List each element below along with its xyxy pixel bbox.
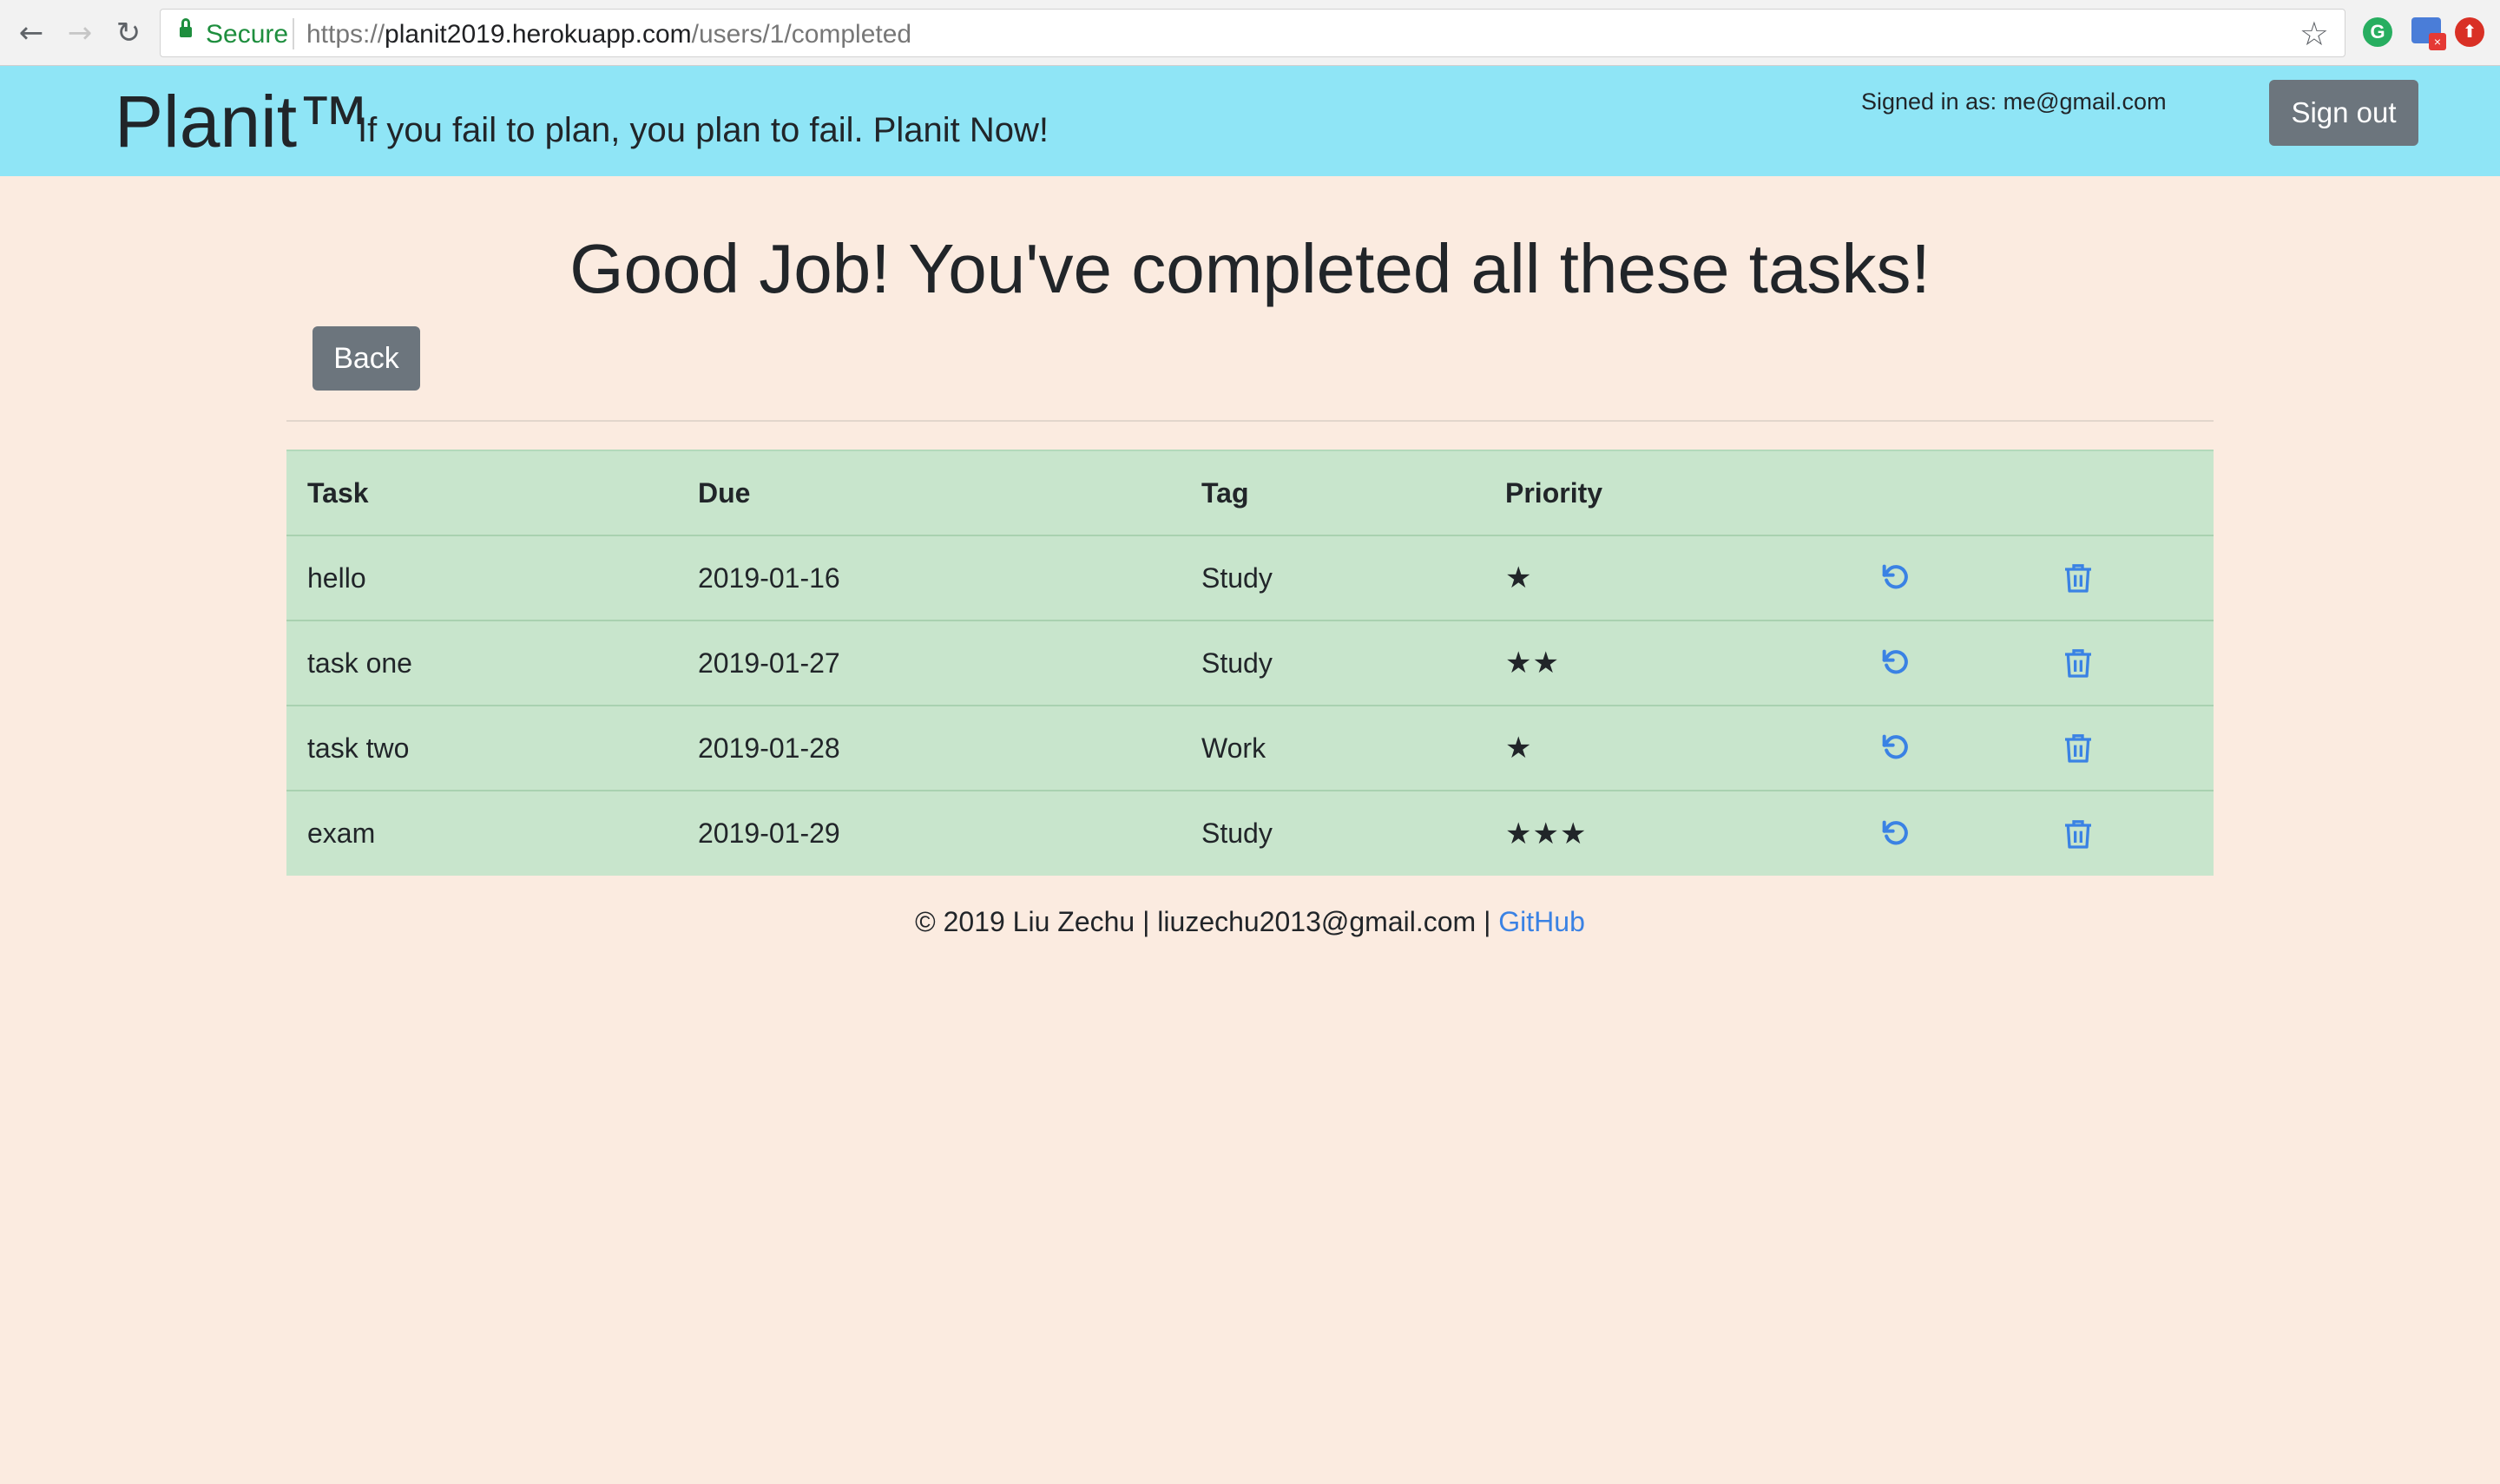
extension-window-icon[interactable]: × bbox=[2411, 17, 2446, 50]
trash-icon[interactable] bbox=[2061, 561, 2095, 595]
back-button[interactable]: Back bbox=[312, 326, 420, 391]
divider bbox=[286, 420, 2214, 422]
footer-text: © 2019 Liu Zechu | liuzechu2013@gmail.co… bbox=[915, 906, 1499, 937]
url-separator bbox=[293, 18, 294, 49]
tagline: If you fail to plan, you plan to fail. P… bbox=[358, 111, 1049, 149]
trash-icon[interactable] bbox=[2061, 646, 2095, 680]
task-priority-stars: ★ bbox=[1484, 535, 1858, 621]
task-due: 2019-01-27 bbox=[677, 620, 1181, 706]
secure-label: Secure bbox=[206, 20, 289, 49]
undo-icon[interactable] bbox=[1878, 817, 1913, 851]
task-priority-stars: ★★★ bbox=[1484, 790, 1858, 876]
task-tag: Work bbox=[1181, 705, 1484, 791]
table-header-row: Task Due Tag Priority bbox=[286, 450, 2214, 535]
url-text[interactable]: https://planit2019.herokuapp.com/users/1… bbox=[306, 20, 911, 49]
url-host: planit2019.herokuapp.com bbox=[385, 20, 692, 49]
undo-icon[interactable] bbox=[1878, 561, 1913, 595]
page-title: Good Job! You've completed all these tas… bbox=[569, 230, 1931, 307]
column-header-delete bbox=[2040, 450, 2214, 535]
extension-upload-icon[interactable]: ⬆ bbox=[2455, 17, 2484, 47]
task-name: exam bbox=[286, 790, 677, 876]
grammarly-extension-icon[interactable]: G bbox=[2363, 17, 2392, 47]
back-arrow-icon[interactable]: ← bbox=[12, 14, 50, 52]
task-tag: Study bbox=[1181, 790, 1484, 876]
trash-icon[interactable] bbox=[2061, 817, 2095, 851]
column-header-priority: Priority bbox=[1484, 450, 1858, 535]
bookmark-star-icon[interactable]: ☆ bbox=[2299, 15, 2329, 53]
table-row: task one 2019-01-27 Study ★★ bbox=[286, 620, 2214, 706]
url-scheme: https:// bbox=[306, 20, 385, 49]
signed-in-text: Signed in as: me@gmail.com bbox=[1861, 89, 2167, 115]
github-link[interactable]: GitHub bbox=[1498, 906, 1585, 937]
url-path: /users/1/completed bbox=[691, 20, 912, 49]
footer: © 2019 Liu Zechu | liuzechu2013@gmail.co… bbox=[0, 906, 2500, 938]
task-due: 2019-01-28 bbox=[677, 705, 1181, 791]
column-header-task: Task bbox=[286, 450, 677, 535]
forward-arrow-icon[interactable]: → bbox=[61, 14, 99, 52]
table-row: hello 2019-01-16 Study ★ bbox=[286, 535, 2214, 621]
column-header-undo bbox=[1858, 450, 2040, 535]
task-due: 2019-01-29 bbox=[677, 790, 1181, 876]
task-name: hello bbox=[286, 535, 677, 621]
undo-icon[interactable] bbox=[1878, 646, 1913, 680]
reload-icon[interactable]: ↻ bbox=[109, 14, 148, 52]
lock-icon bbox=[180, 18, 192, 41]
task-tag: Study bbox=[1181, 620, 1484, 706]
browser-toolbar: ← → ↻ Secure https://planit2019.herokuap… bbox=[0, 0, 2500, 66]
task-priority-stars: ★ bbox=[1484, 705, 1858, 791]
task-due: 2019-01-16 bbox=[677, 535, 1181, 621]
sign-out-button[interactable]: Sign out bbox=[2269, 80, 2418, 146]
trash-icon[interactable] bbox=[2061, 731, 2095, 765]
task-name: task one bbox=[286, 620, 677, 706]
table-row: task two 2019-01-28 Work ★ bbox=[286, 705, 2214, 791]
task-priority-stars: ★★ bbox=[1484, 620, 1858, 706]
table-row: exam 2019-01-29 Study ★★★ bbox=[286, 790, 2214, 876]
column-header-due: Due bbox=[677, 450, 1181, 535]
task-name: task two bbox=[286, 705, 677, 791]
address-bar[interactable]: Secure https://planit2019.herokuapp.com/… bbox=[160, 9, 2345, 57]
brand-logo[interactable]: Planit™ bbox=[115, 80, 370, 164]
column-header-tag: Tag bbox=[1181, 450, 1484, 535]
completed-tasks-table: Task Due Tag Priority hello 2019-01-16 S… bbox=[286, 450, 2214, 876]
task-tag: Study bbox=[1181, 535, 1484, 621]
undo-icon[interactable] bbox=[1878, 731, 1913, 765]
site-header: Planit™ If you fail to plan, you plan to… bbox=[0, 66, 2500, 176]
